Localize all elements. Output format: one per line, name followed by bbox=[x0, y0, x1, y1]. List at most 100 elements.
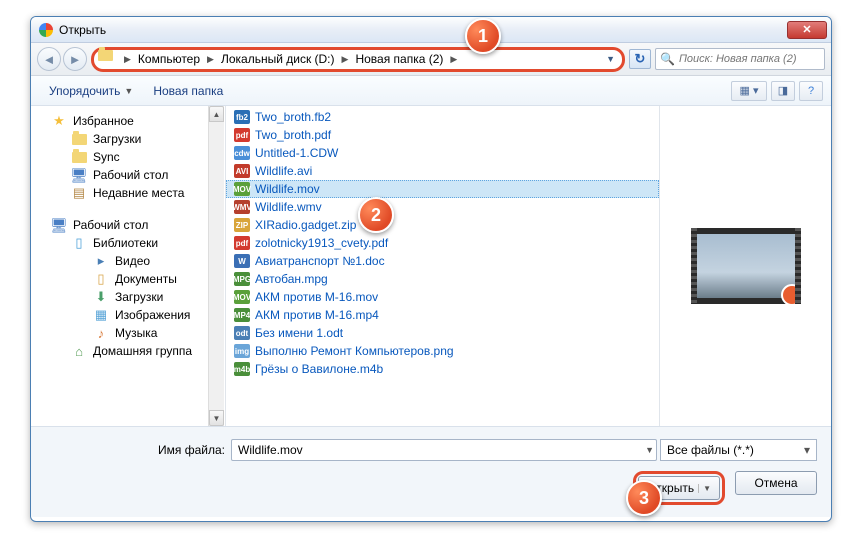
file-type-icon: MP4 bbox=[234, 308, 250, 322]
chrome-icon bbox=[39, 23, 53, 37]
file-name: Без имени 1.odt bbox=[255, 326, 343, 340]
file-name: Wildlife.avi bbox=[255, 164, 312, 178]
file-name: Автобан.mpg bbox=[255, 272, 328, 286]
file-type-icon: MOV bbox=[234, 182, 250, 196]
file-name: АКМ против М-16.mp4 bbox=[255, 308, 379, 322]
view-mode-button[interactable]: ▦ ▾ bbox=[731, 81, 767, 101]
file-type-icon: MPG bbox=[234, 272, 250, 286]
filename-label: Имя файла: bbox=[45, 443, 225, 457]
file-type-icon: AVI bbox=[234, 164, 250, 178]
search-input[interactable] bbox=[679, 53, 820, 65]
downloads-icon: ⬇ bbox=[93, 289, 109, 305]
crumb-computer[interactable]: Компьютер bbox=[135, 52, 203, 66]
library-icon: ▯ bbox=[71, 235, 87, 251]
file-list[interactable]: fb2 Two_broth.fb2pdf Two_broth.pdfcdw Untit… bbox=[226, 106, 659, 426]
sidebar-libraries[interactable]: ▯Библиотеки bbox=[31, 234, 225, 252]
sidebar-downloads2[interactable]: ⬇Загрузки bbox=[31, 288, 225, 306]
sidebar: ★Избранное Загрузки Sync 🖥Рабочий стол ▤… bbox=[31, 106, 226, 426]
file-row[interactable]: odt Без имени 1.odt bbox=[226, 324, 659, 342]
file-name: Untitled-1.CDW bbox=[255, 146, 338, 160]
sidebar-sync[interactable]: Sync bbox=[31, 148, 225, 166]
refresh-button[interactable]: ↻ bbox=[629, 49, 651, 69]
callout-2: 2 bbox=[358, 197, 394, 233]
document-icon: ▯ bbox=[93, 271, 109, 287]
breadcrumb[interactable]: ▶Компьютер ▶Локальный диск (D:) ▶Новая п… bbox=[120, 52, 461, 66]
scroll-up-button[interactable]: ▲ bbox=[209, 106, 224, 122]
file-row[interactable]: pdf Two_broth.pdf bbox=[226, 126, 659, 144]
file-row[interactable]: AVI Wildlife.avi bbox=[226, 162, 659, 180]
sidebar-desktop-fav[interactable]: 🖥Рабочий стол bbox=[31, 166, 225, 184]
homegroup-icon: ⌂ bbox=[71, 343, 87, 359]
file-name: Выполню Ремонт Компьютеров.png bbox=[255, 344, 454, 358]
callout-3: 3 bbox=[626, 480, 662, 516]
scroll-down-button[interactable]: ▼ bbox=[209, 410, 224, 426]
file-row[interactable]: m4bГрёзы о Вавилоне.m4b bbox=[226, 360, 659, 378]
preview-pane-button[interactable]: ◨ bbox=[771, 81, 795, 101]
address-bar[interactable]: ▶Компьютер ▶Локальный диск (D:) ▶Новая п… bbox=[91, 47, 625, 72]
file-row[interactable]: img Выполню Ремонт Компьютеров.png bbox=[226, 342, 659, 360]
file-type-icon: img bbox=[234, 344, 250, 358]
file-row[interactable]: pdfzolotnicky1913_cvety.pdf bbox=[226, 234, 659, 252]
file-row[interactable]: ZIP XIRadio.gadget.zip bbox=[226, 216, 659, 234]
address-dropdown[interactable]: ▼ bbox=[603, 51, 618, 67]
file-name: Грёзы о Вавилоне.m4b bbox=[255, 362, 383, 376]
sidebar-homegroup[interactable]: ⌂Домашняя группа bbox=[31, 342, 225, 360]
video-icon: ▸ bbox=[93, 253, 109, 269]
file-row[interactable]: MOV Wildlife.mov bbox=[226, 180, 659, 198]
crumb-disk[interactable]: Локальный диск (D:) bbox=[218, 52, 338, 66]
file-name: Wildlife.mov bbox=[255, 182, 320, 196]
filename-input[interactable] bbox=[231, 439, 657, 461]
file-type-icon: fb2 bbox=[234, 110, 250, 124]
music-icon: ♪ bbox=[93, 325, 109, 341]
video-thumbnail bbox=[691, 228, 801, 304]
file-name: АКМ против М-16.mov bbox=[255, 290, 378, 304]
file-type-icon: ZIP bbox=[234, 218, 250, 232]
sidebar-scrollbar[interactable]: ▲ ▼ bbox=[208, 106, 224, 426]
app-badge-icon bbox=[781, 284, 803, 306]
new-folder-button[interactable]: Новая папка bbox=[143, 80, 233, 102]
recent-icon: ▤ bbox=[71, 185, 87, 201]
folder-icon bbox=[98, 50, 113, 61]
preview-pane bbox=[659, 106, 831, 426]
file-type-icon: odt bbox=[234, 326, 250, 340]
back-button[interactable]: ◄ bbox=[37, 47, 61, 71]
sidebar-favorites[interactable]: ★Избранное bbox=[31, 112, 225, 130]
sidebar-desktop[interactable]: 🖥Рабочий стол bbox=[31, 216, 225, 234]
sidebar-video[interactable]: ▸Видео bbox=[31, 252, 225, 270]
sidebar-downloads[interactable]: Загрузки bbox=[31, 130, 225, 148]
crumb-folder[interactable]: Новая папка (2) bbox=[352, 52, 446, 66]
sidebar-music[interactable]: ♪Музыка bbox=[31, 324, 225, 342]
file-name: zolotnicky1913_cvety.pdf bbox=[255, 236, 388, 250]
file-row[interactable]: cdw Untitled-1.CDW bbox=[226, 144, 659, 162]
file-row[interactable]: MPG Автобан.mpg bbox=[226, 270, 659, 288]
navbar: ◄ ► ▶Компьютер ▶Локальный диск (D:) ▶Нов… bbox=[31, 43, 831, 76]
file-type-icon: cdw bbox=[234, 146, 250, 160]
pictures-icon: ▦ bbox=[93, 307, 109, 323]
sidebar-recent[interactable]: ▤Недавние места bbox=[31, 184, 225, 202]
filetype-filter[interactable]: Все файлы (*.*) bbox=[660, 439, 817, 461]
cancel-button[interactable]: Отмена bbox=[735, 471, 817, 495]
sidebar-pictures[interactable]: ▦Изображения bbox=[31, 306, 225, 324]
file-name: Two_broth.pdf bbox=[255, 128, 331, 142]
file-row[interactable]: WMVWildlife.wmv bbox=[226, 198, 659, 216]
file-row[interactable]: W Авиатранспорт №1.doc bbox=[226, 252, 659, 270]
folder-icon bbox=[71, 131, 87, 147]
file-name: Two_broth.fb2 bbox=[255, 110, 331, 124]
search-box[interactable]: 🔍 bbox=[655, 48, 825, 70]
file-type-icon: pdf bbox=[234, 128, 250, 142]
titlebar: Открыть ✕ bbox=[31, 17, 831, 43]
file-type-icon: MOV bbox=[234, 290, 250, 304]
file-type-icon: W bbox=[234, 254, 250, 268]
file-name: Авиатранспорт №1.doc bbox=[255, 254, 385, 268]
file-row[interactable]: MP4 АКМ против М-16.mp4 bbox=[226, 306, 659, 324]
help-button[interactable]: ? bbox=[799, 81, 823, 101]
file-row[interactable]: MOV АКМ против М-16.mov bbox=[226, 288, 659, 306]
footer: Имя файла: ▼ Все файлы (*.*) Открыть▼ От… bbox=[31, 426, 831, 517]
file-row[interactable]: fb2 Two_broth.fb2 bbox=[226, 108, 659, 126]
window-title: Открыть bbox=[59, 23, 787, 37]
organize-button[interactable]: Упорядочить ▼ bbox=[39, 80, 143, 102]
file-name: XIRadio.gadget.zip bbox=[255, 218, 356, 232]
forward-button[interactable]: ► bbox=[63, 47, 87, 71]
close-button[interactable]: ✕ bbox=[787, 21, 827, 39]
sidebar-documents[interactable]: ▯Документы bbox=[31, 270, 225, 288]
